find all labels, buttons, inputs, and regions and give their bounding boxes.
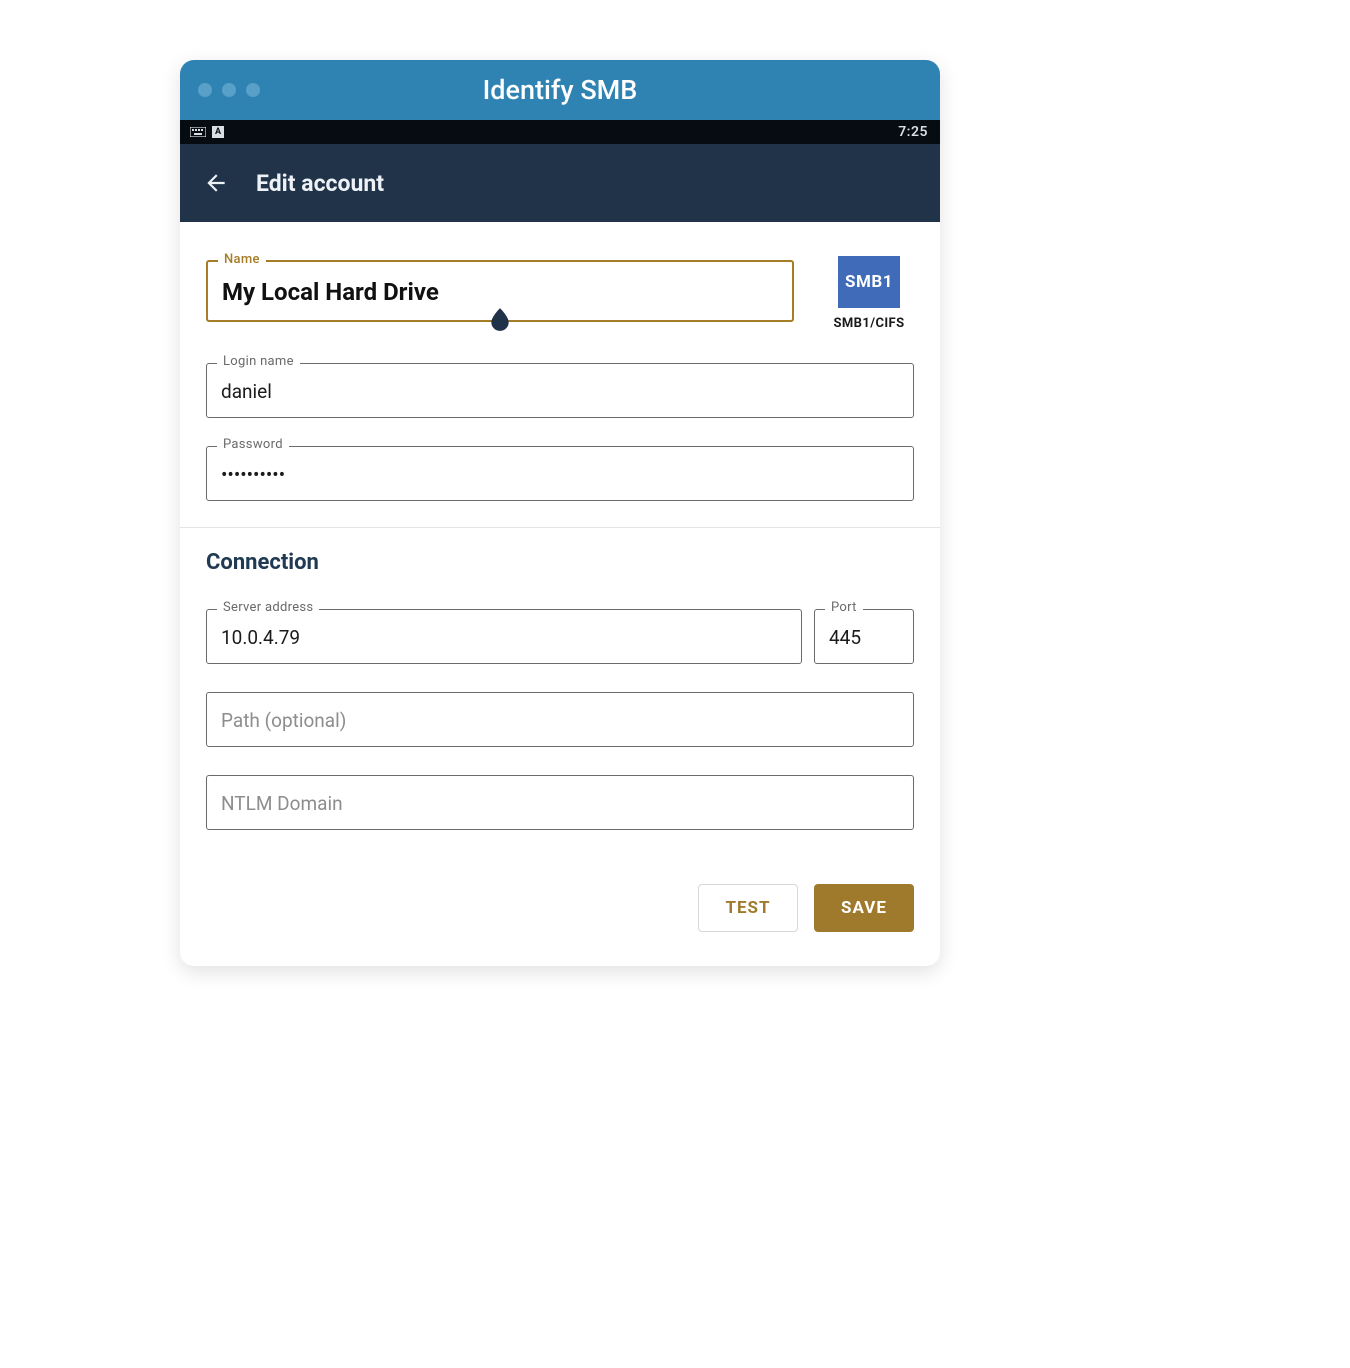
android-statusbar: A 7:25 <box>180 120 940 144</box>
window-titlebar: Identify SMB <box>180 60 940 120</box>
window-title: Identify SMB <box>180 74 940 106</box>
server-address-label: Server address <box>217 600 319 615</box>
name-field[interactable]: Name <box>206 260 794 322</box>
login-input[interactable] <box>221 380 899 403</box>
port-input[interactable] <box>829 626 899 649</box>
status-left: A <box>190 126 224 138</box>
ntlm-domain-input[interactable] <box>221 792 899 815</box>
appbar-title: Edit account <box>256 170 384 197</box>
login-label: Login name <box>217 354 300 369</box>
port-field[interactable]: Port <box>814 609 914 664</box>
app-indicator-icon: A <box>212 126 224 138</box>
ntlm-domain-field[interactable] <box>206 775 914 830</box>
window-controls <box>198 83 260 97</box>
form-content: Name SMB1 SMB1/CIFS Login name Password <box>180 222 940 966</box>
password-field[interactable]: Password <box>206 446 914 501</box>
action-bar: TEST SAVE <box>206 884 914 932</box>
password-input[interactable] <box>221 463 899 486</box>
app-bar: Edit account <box>180 144 940 222</box>
port-label: Port <box>825 600 863 615</box>
section-divider <box>180 527 940 528</box>
path-input[interactable] <box>221 709 899 732</box>
password-label: Password <box>217 437 289 452</box>
text-cursor-handle-icon[interactable] <box>487 306 513 336</box>
path-field[interactable] <box>206 692 914 747</box>
connection-section-title: Connection <box>206 550 914 575</box>
server-address-input[interactable] <box>221 626 787 649</box>
back-button[interactable] <box>202 169 230 197</box>
keyboard-icon <box>190 127 206 137</box>
protocol-selector: SMB1 SMB1/CIFS <box>824 250 914 331</box>
protocol-badge[interactable]: SMB1 <box>838 256 900 308</box>
test-button[interactable]: TEST <box>698 884 798 932</box>
clock: 7:25 <box>898 124 928 140</box>
arrow-left-icon <box>203 170 229 196</box>
server-address-field[interactable]: Server address <box>206 609 802 664</box>
login-field[interactable]: Login name <box>206 363 914 418</box>
zoom-traffic-dot[interactable] <box>246 83 260 97</box>
app-window: Identify SMB A 7:25 Edit accoun <box>180 60 940 966</box>
name-label: Name <box>218 252 266 267</box>
name-input[interactable] <box>222 278 778 306</box>
minimize-traffic-dot[interactable] <box>222 83 236 97</box>
save-button[interactable]: SAVE <box>814 884 914 932</box>
protocol-label: SMB1/CIFS <box>833 316 904 331</box>
close-traffic-dot[interactable] <box>198 83 212 97</box>
